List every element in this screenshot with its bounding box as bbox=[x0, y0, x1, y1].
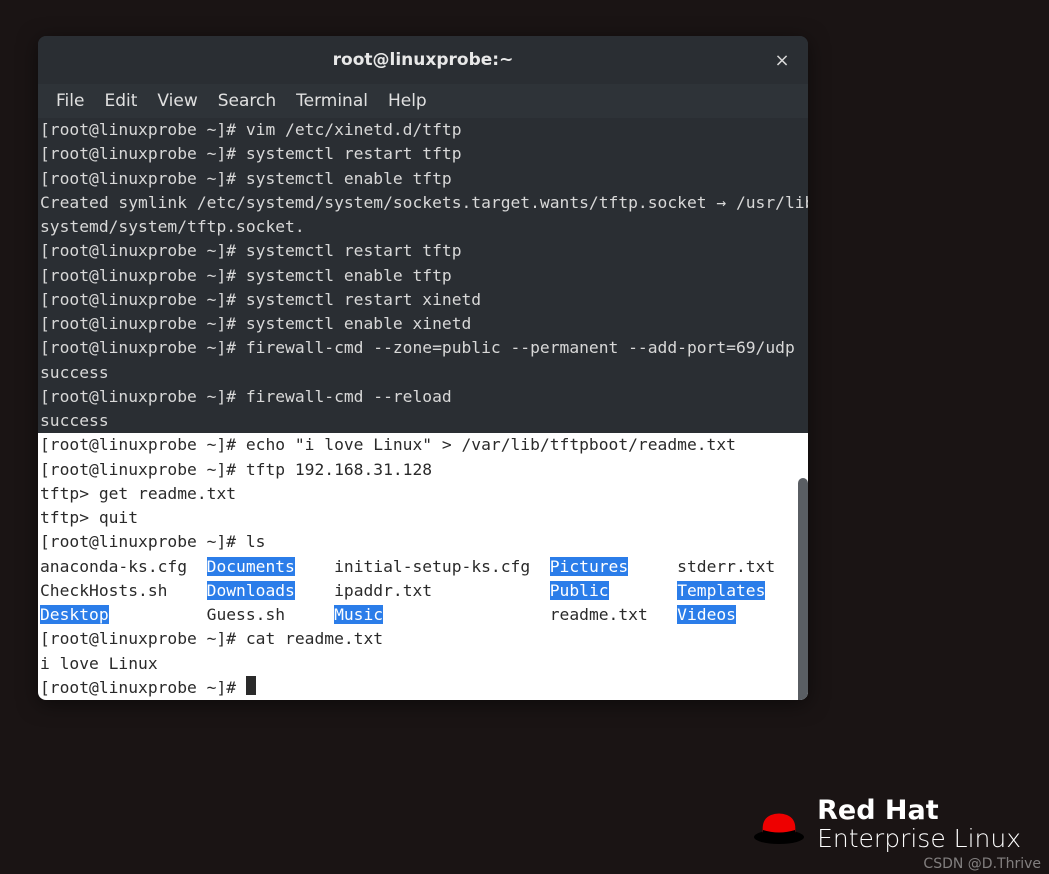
redhat-logo: Red Hat Enterprise Linux bbox=[753, 797, 1021, 852]
menu-file[interactable]: File bbox=[46, 87, 94, 115]
watermark: CSDN @D.Thrive bbox=[923, 856, 1041, 872]
menu-search[interactable]: Search bbox=[208, 87, 286, 115]
terminal-body[interactable]: [root@linuxprobe ~]# vim /etc/xinetd.d/t… bbox=[38, 118, 808, 700]
menu-view[interactable]: View bbox=[147, 87, 207, 115]
menu-terminal[interactable]: Terminal bbox=[286, 87, 378, 115]
logo-line2: Enterprise Linux bbox=[817, 826, 1021, 852]
fedora-hat-icon bbox=[753, 805, 805, 845]
terminal-content[interactable]: [root@linuxprobe ~]# vim /etc/xinetd.d/t… bbox=[38, 118, 808, 700]
logo-text: Red Hat Enterprise Linux bbox=[817, 797, 1021, 852]
window-title: root@linuxprobe:~ bbox=[333, 50, 514, 70]
close-icon[interactable]: × bbox=[770, 48, 794, 72]
titlebar[interactable]: root@linuxprobe:~ × bbox=[38, 36, 808, 84]
logo-line1: Red Hat bbox=[817, 797, 1021, 825]
menu-edit[interactable]: Edit bbox=[94, 87, 147, 115]
scrollbar-thumb[interactable] bbox=[798, 478, 808, 700]
menubar: File Edit View Search Terminal Help bbox=[38, 84, 808, 118]
menu-help[interactable]: Help bbox=[378, 87, 437, 115]
cursor bbox=[246, 676, 256, 695]
terminal-window: root@linuxprobe:~ × File Edit View Searc… bbox=[38, 36, 808, 700]
